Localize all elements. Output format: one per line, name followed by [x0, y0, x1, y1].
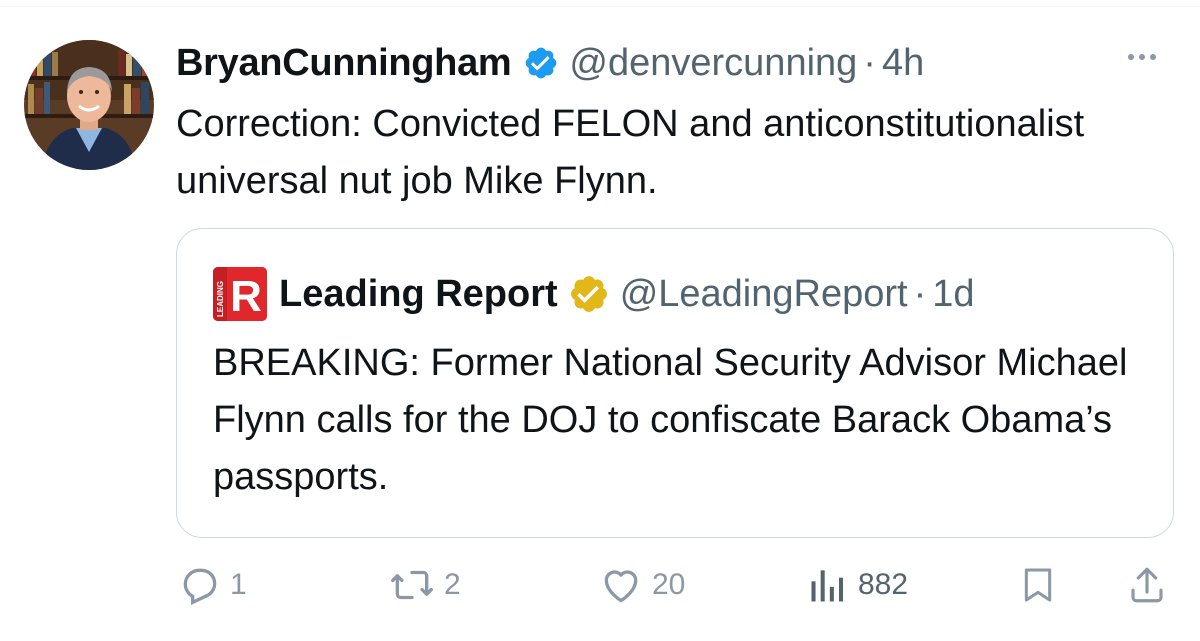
tweet-text: Correction: Convicted FELON and anticons…: [176, 103, 1085, 202]
retweet-icon: [391, 570, 433, 600]
tweet-timestamp[interactable]: 4h: [882, 42, 924, 85]
svg-text:LEADING: LEADING: [216, 281, 225, 317]
bookmark-button[interactable]: [1018, 560, 1058, 610]
reply-button[interactable]: 1: [178, 560, 247, 610]
reply-icon: [183, 568, 217, 606]
author-handle[interactable]: @denvercunning: [569, 42, 857, 85]
author-avatar[interactable]: [24, 40, 154, 170]
quoted-separator-dot: ·: [913, 272, 927, 315]
quoted-display-name[interactable]: Leading Report: [279, 273, 558, 316]
quoted-tweet[interactable]: R LEADING Leading Report @LeadingReport …: [176, 228, 1174, 538]
quoted-tweet-header: R LEADING Leading Report @LeadingReport …: [213, 267, 975, 321]
avatar-image: [24, 40, 154, 170]
verified-badge-icon[interactable]: [523, 45, 559, 81]
tweet: BryanCunningham @denvercunning · 4h Corr…: [176, 40, 1176, 210]
leading-report-avatar[interactable]: R LEADING: [213, 267, 267, 321]
retweet-count: 2: [444, 568, 461, 601]
retweet-button[interactable]: 2: [388, 560, 461, 610]
svg-text:R: R: [230, 272, 262, 321]
like-icon: [604, 570, 638, 603]
views-count: 882: [858, 568, 909, 601]
tweet-header: BryanCunningham @denvercunning · 4h: [176, 40, 1176, 86]
views-button[interactable]: 882: [806, 560, 908, 610]
share-button[interactable]: [1126, 560, 1168, 610]
separator-dot: ·: [863, 41, 876, 84]
views-icon: [811, 570, 844, 602]
share-icon: [1131, 567, 1163, 603]
reply-count: 1: [230, 568, 247, 601]
quoted-timestamp[interactable]: 1d: [932, 273, 974, 316]
quoted-handle[interactable]: @LeadingReport: [620, 273, 908, 316]
bookmark-icon: [1024, 568, 1052, 602]
gold-verified-badge-icon[interactable]: [568, 273, 610, 315]
more-icon[interactable]: [1128, 54, 1156, 60]
like-count: 20: [652, 568, 686, 601]
leading-report-logo: R LEADING: [213, 267, 267, 321]
top-divider: [0, 6, 1200, 7]
like-button[interactable]: 20: [598, 560, 685, 610]
action-bar: 1 2 20 882: [0, 560, 1200, 610]
quoted-tweet-text: BREAKING: Former National Security Advis…: [213, 342, 1128, 498]
author-display-name[interactable]: BryanCunningham: [176, 42, 512, 85]
